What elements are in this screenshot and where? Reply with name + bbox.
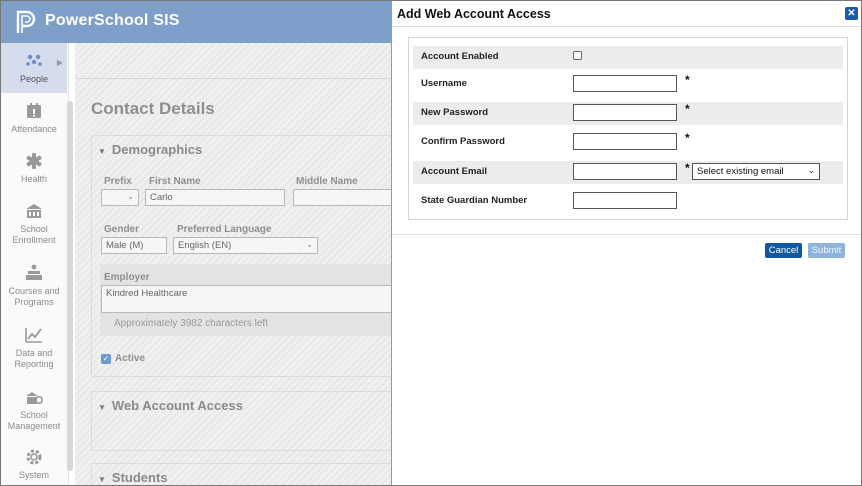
nav-item-school-management[interactable]: School Management: [1, 387, 67, 437]
nav-item-attendance[interactable]: Attendance: [1, 101, 67, 145]
app-window: PowerSchool SIS People ▶ Attendance Heal…: [0, 0, 862, 486]
dialog-title: Add Web Account Access: [397, 7, 551, 21]
account-email-row: Account Email * Select existing email ⌄: [413, 161, 843, 184]
account-enabled-label: Account Enabled: [421, 51, 499, 62]
language-value: English (EN): [178, 240, 232, 251]
nav-item-system[interactable]: System: [1, 447, 67, 485]
first-name-input[interactable]: Carlo: [145, 189, 285, 206]
nav-item-health[interactable]: Health: [1, 151, 67, 195]
add-web-account-access-dialog: Add Web Account Access ✕ Account Enabled…: [391, 1, 861, 485]
account-email-input[interactable]: [573, 163, 677, 180]
employer-textarea[interactable]: Kindred Healthcare: [101, 285, 394, 313]
nav-label: Health: [20, 174, 47, 184]
nav-label: Courses and Programs: [8, 286, 60, 307]
side-navigation: People ▶ Attendance Health School Enroll…: [1, 43, 73, 485]
username-label: Username: [421, 78, 467, 89]
submit-button[interactable]: Submit: [808, 243, 845, 258]
state-guardian-number-input[interactable]: [573, 192, 677, 209]
web-account-access-section: ▼ Web Account Access: [91, 391, 393, 451]
chevron-down-icon: ⌄: [807, 165, 815, 175]
people-icon: [26, 54, 42, 66]
existing-email-select[interactable]: Select existing email ⌄: [692, 163, 820, 180]
account-enabled-row: Account Enabled: [413, 46, 843, 69]
section-title: Web Account Access: [111, 398, 243, 413]
attendance-icon: [27, 103, 41, 118]
school-enrollment-icon: [26, 204, 42, 218]
state-guardian-number-label: State Guardian Number: [421, 195, 528, 206]
courses-icon: [26, 264, 42, 280]
page-title: Contact Details: [91, 99, 215, 118]
active-label: Active: [115, 353, 146, 364]
prefix-select[interactable]: ⌄: [101, 189, 139, 206]
nav-scrollbar[interactable]: [67, 101, 73, 471]
confirm-password-input[interactable]: [573, 133, 677, 150]
system-icon: [26, 449, 42, 465]
state-guardian-number-row: State Guardian Number: [413, 190, 843, 213]
page-toolbar: [75, 43, 393, 79]
prefix-label: Prefix: [104, 176, 132, 187]
required-marker: *: [685, 102, 690, 116]
data-reporting-icon: [25, 328, 42, 343]
nav-item-courses-and-programs[interactable]: Courses and Programs: [1, 263, 67, 313]
section-title: Students: [111, 470, 168, 485]
new-password-label: New Password: [421, 107, 489, 118]
dialog-divider: [392, 234, 861, 235]
contact-details-page: Contact Details ▼ Demographics Prefix ⌄ F…: [75, 43, 394, 485]
nav-label: Attendance: [11, 124, 57, 134]
gender-label: Gender: [104, 224, 140, 235]
preferred-language-select[interactable]: English (EN) ⌄: [173, 237, 318, 254]
app-title: PowerSchool SIS: [45, 12, 180, 29]
demographics-section: ▼ Demographics Prefix ⌄ First Name Carlo …: [91, 135, 394, 377]
nav-label: School Enrollment: [12, 224, 56, 245]
confirm-password-label: Confirm Password: [421, 136, 505, 147]
nav-label: Data and Reporting: [14, 348, 54, 369]
chevron-down-icon: ⌄: [127, 192, 134, 201]
characters-left-hint: Approximately 3982 characters left: [114, 318, 268, 329]
students-heading[interactable]: ▼ Students: [92, 464, 393, 485]
username-row: Username *: [413, 73, 843, 96]
account-enabled-checkbox[interactable]: [573, 51, 582, 60]
section-title: Demographics: [111, 142, 203, 157]
username-input[interactable]: [573, 75, 677, 92]
school-management-icon: [26, 392, 44, 405]
employer-label: Employer: [104, 272, 150, 283]
web-account-form: Account Enabled Username * New Password …: [408, 37, 848, 220]
nav-label: School Management: [7, 410, 61, 431]
nav-label: System: [18, 470, 49, 480]
gender-value: Male (M): [106, 240, 144, 251]
preferred-language-label: Preferred Language: [177, 224, 272, 235]
cancel-button[interactable]: Cancel: [765, 243, 802, 258]
middle-name-label: Middle Name: [296, 176, 358, 187]
health-icon: [26, 153, 42, 169]
students-section: ▼ Students: [91, 463, 393, 485]
dialog-header: Add Web Account Access ✕: [392, 1, 861, 27]
new-password-row: New Password *: [413, 102, 843, 125]
powerschool-logo-icon: [16, 10, 36, 33]
chevron-right-icon: ▶: [56, 58, 63, 67]
nav-item-school-enrollment[interactable]: School Enrollment: [1, 201, 67, 251]
web-account-access-heading[interactable]: ▼ Web Account Access: [92, 392, 393, 413]
new-password-input[interactable]: [573, 104, 677, 121]
active-checkbox[interactable]: ✓: [101, 354, 111, 364]
first-name-label: First Name: [149, 176, 201, 187]
demographics-heading[interactable]: ▼ Demographics: [92, 136, 393, 157]
required-marker: *: [685, 161, 690, 175]
required-marker: *: [685, 73, 690, 87]
caret-down-icon: ▼: [98, 147, 106, 156]
gender-select[interactable]: Male (M): [101, 237, 167, 254]
middle-name-input[interactable]: [293, 189, 394, 206]
nav-item-people[interactable]: People ▶: [1, 43, 67, 93]
caret-down-icon: ▼: [98, 475, 106, 484]
caret-down-icon: ▼: [98, 403, 106, 412]
nav-label: People: [19, 74, 49, 84]
existing-email-value: Select existing email: [697, 166, 784, 177]
nav-item-data-and-reporting[interactable]: Data and Reporting: [1, 325, 67, 375]
close-icon[interactable]: ✕: [845, 7, 858, 20]
confirm-password-row: Confirm Password *: [413, 131, 843, 154]
required-marker: *: [685, 131, 690, 145]
account-email-label: Account Email: [421, 166, 487, 177]
chevron-down-icon: ⌄: [306, 240, 313, 249]
